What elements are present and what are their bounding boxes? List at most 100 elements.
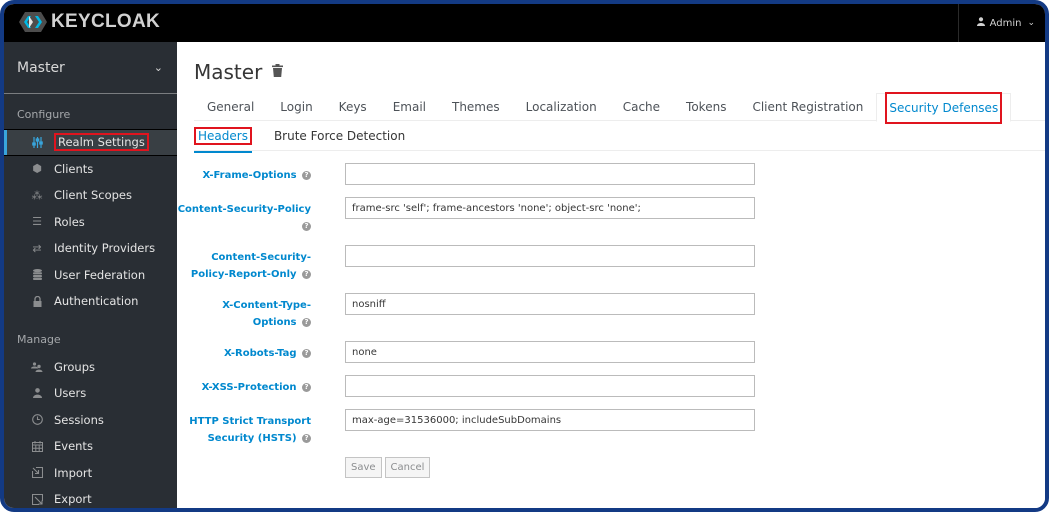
sidebar-item-label: Identity Providers [54,241,156,256]
form-row-x-xss-protection: X-XSS-Protection ? [177,375,1045,409]
sidebar-item-client-scopes[interactable]: ⁂ Client Scopes [4,182,177,209]
cancel-button[interactable]: Cancel [384,457,431,478]
sidebar-item-sessions[interactable]: Sessions [4,407,177,434]
lock-icon [30,295,44,307]
keycloak-logo[interactable]: KEYCLOAK [18,10,160,34]
sidebar-item-groups[interactable]: Groups [4,354,177,381]
section-title-manage: Manage [17,332,61,346]
realm-settings-tabs: General Login Keys Email Themes Localiza… [194,91,1045,124]
calendar-icon [30,440,44,452]
field-label: HTTP Strict Transport Security (HSTS) ? [189,416,311,444]
help-icon[interactable]: ? [302,269,311,279]
field-label: X-Frame-Options ? [177,163,311,184]
user-menu[interactable]: Admin ⌄ [957,4,1045,42]
security-defenses-subtabs: Headers Brute Force Detection [194,122,1045,153]
subtab-label: Headers [194,127,252,145]
help-icon[interactable]: ? [302,170,311,180]
chevron-down-icon: ⌄ [1027,18,1035,28]
sidebar-item-identity-providers[interactable]: ⇄ Identity Providers [4,235,177,262]
help-icon[interactable]: ? [302,382,311,392]
x-content-type-options-input[interactable] [345,293,755,315]
sidebar-item-label: Users [54,386,87,401]
tab-themes[interactable]: Themes [439,93,513,121]
page-title: Master [194,60,284,84]
trash-icon[interactable] [272,63,284,81]
user-icon [30,388,44,399]
form-row-x-frame-options: X-Frame-Options ? [177,163,1045,197]
cubes-icon: ⁂ [31,188,43,202]
field-label: X-XSS-Protection ? [177,375,311,396]
help-icon[interactable]: ? [302,348,311,358]
top-navbar: KEYCLOAK Admin ⌄ [4,4,1045,42]
sidebar-item-label: Import [54,465,93,480]
help-icon[interactable]: ? [302,433,311,443]
tab-email[interactable]: Email [380,93,439,121]
sidebar-item-events[interactable]: Events [4,433,177,460]
subtab-brute-force-detection[interactable]: Brute Force Detection [274,122,405,151]
list-icon: ☰ [32,215,42,229]
tab-general[interactable]: General [194,93,267,121]
sidebar-item-import[interactable]: Import [4,460,177,487]
headers-form: X-Frame-Options ? Content-Security-Polic… [177,163,1045,478]
sidebar-item-roles[interactable]: ☰ Roles [4,209,177,236]
x-robots-tag-input[interactable] [345,341,755,363]
users-icon [30,362,44,372]
chevron-down-icon: ⌄ [153,61,163,74]
form-actions: Save Cancel [345,457,1045,478]
sidebar-item-label: Groups [54,359,96,374]
sidebar-item-users[interactable]: Users [4,380,177,407]
tab-security-defenses[interactable]: Security Defenses [876,91,1012,124]
sidebar-item-export[interactable]: Export [4,486,177,508]
x-frame-options-input[interactable] [345,163,755,185]
keycloak-logo-icon [19,12,47,32]
form-row-csp-report-only: Content-Security- Policy-Report-Only ? [177,245,1045,293]
sidebar-item-user-federation[interactable]: User Federation [4,262,177,289]
x-xss-protection-input[interactable] [345,375,755,397]
sidebar-item-label: Sessions [54,412,104,427]
tab-localization[interactable]: Localization [513,93,610,121]
sidebar-item-label: Roles [54,214,85,229]
realm-name: Master [17,59,65,76]
sidebar-item-label: User Federation [54,267,146,282]
sidebar-item-authentication[interactable]: Authentication [4,288,177,315]
user-icon [976,17,985,29]
tab-tokens[interactable]: Tokens [673,93,739,121]
csp-report-only-input[interactable] [345,245,755,267]
tab-client-registration[interactable]: Client Registration [739,93,876,121]
sidebar: Master ⌄ Configure Realm Settings ⬢ Clie… [4,42,177,508]
save-button[interactable]: Save [345,457,382,478]
field-label: X-Content-Type- Options ? [222,300,311,328]
sliders-icon [30,136,44,148]
field-label: X-Robots-Tag ? [177,341,311,362]
app-frame: KEYCLOAK Admin ⌄ Master ⌄ Configure Real… [0,0,1049,512]
tab-label: Security Defenses [885,91,1003,124]
sidebar-item-label: Realm Settings [54,133,149,152]
form-row-x-robots-tag: X-Robots-Tag ? [177,341,1045,375]
help-icon[interactable]: ? [302,317,311,327]
sidebar-item-label: Export [54,492,92,507]
exchange-icon: ⇄ [32,241,42,255]
import-icon [30,467,44,479]
form-row-hsts: HTTP Strict Transport Security (HSTS) ? [177,409,1045,457]
form-row-x-content-type-options: X-Content-Type- Options ? [177,293,1045,341]
tab-login[interactable]: Login [267,93,325,121]
help-icon[interactable]: ? [302,221,311,231]
sidebar-item-label: Client Scopes [54,188,132,203]
main-content: Master General Login Keys Email Themes L… [177,42,1045,508]
form-row-content-security-policy: Content-Security-Policy? [177,197,1045,245]
brand-name: KEYCLOAK [51,11,161,32]
sidebar-item-realm-settings[interactable]: Realm Settings [4,129,177,156]
export-icon [30,493,44,505]
hsts-input[interactable] [345,409,755,431]
sidebar-item-label: Authentication [54,294,139,309]
field-label: Content-Security-Policy? [177,204,311,231]
subtab-headers[interactable]: Headers [194,122,252,153]
realm-selector[interactable]: Master ⌄ [4,42,177,94]
tab-keys[interactable]: Keys [326,93,380,121]
sidebar-item-label: Events [54,439,93,454]
database-icon [30,269,44,281]
tab-cache[interactable]: Cache [610,93,673,121]
sidebar-item-clients[interactable]: ⬢ Clients [4,156,177,183]
content-security-policy-input[interactable] [345,197,755,219]
sidebar-item-label: Clients [54,161,94,176]
